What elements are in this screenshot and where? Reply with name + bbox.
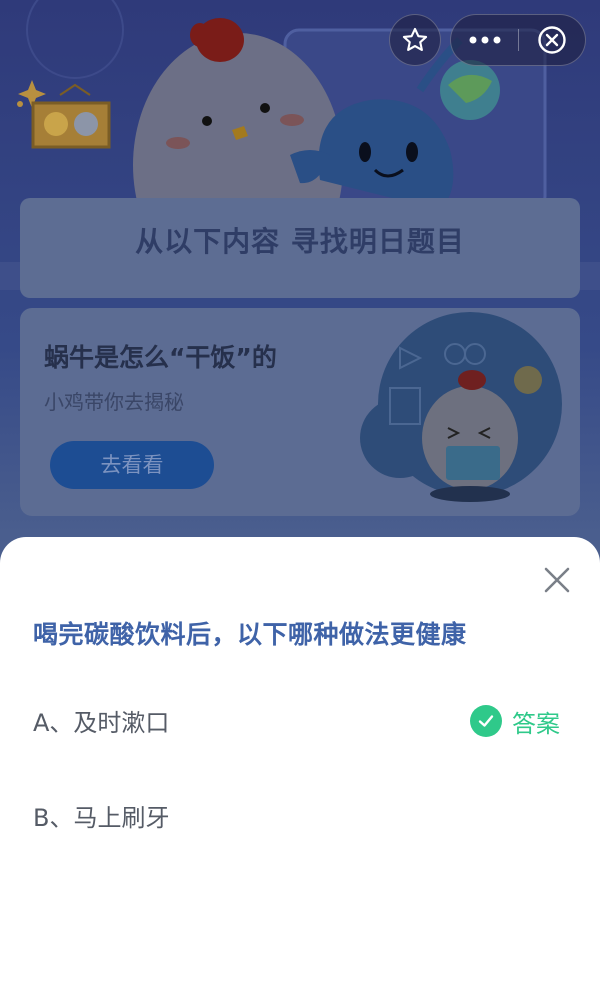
chicken-reading-illustration: [360, 312, 562, 502]
more-dots-icon: [469, 36, 501, 44]
promo-card[interactable]: 蜗牛是怎么“干饭”的 小鸡带你去揭秘 去看看: [20, 308, 580, 516]
exit-button[interactable]: [519, 15, 585, 65]
answer-bottom-sheet: 喝完碳酸饮料后，以下哪种做法更健康 A、及时漱口 答案 B、马上刷牙: [0, 537, 600, 989]
check-icon: [470, 705, 502, 737]
option-b-label: B、马上刷牙: [33, 804, 170, 832]
option-a-label: A、及时漱口: [33, 709, 170, 737]
option-b[interactable]: B、马上刷牙: [0, 786, 600, 846]
close-circle-icon: [538, 26, 566, 54]
go-see-button[interactable]: 去看看: [50, 441, 214, 489]
option-a[interactable]: A、及时漱口 答案: [0, 691, 600, 751]
question-text: 喝完碳酸饮料后，以下哪种做法更健康: [33, 620, 467, 649]
star-icon: [402, 27, 428, 51]
promo-title: 蜗牛是怎么“干饭”的: [44, 343, 277, 372]
title-card: 从以下内容 寻找明日题目: [20, 198, 580, 298]
sheet-close-button[interactable]: [538, 561, 576, 599]
answer-badge: 答案: [470, 703, 560, 739]
promo-subtitle: 小鸡带你去揭秘: [44, 390, 184, 414]
favorite-button[interactable]: [389, 14, 441, 66]
more-button[interactable]: [451, 15, 519, 65]
close-icon: [544, 567, 570, 593]
page-title: 从以下内容 寻找明日题目: [135, 225, 465, 258]
mini-program-capsule: [450, 14, 586, 66]
answer-label: 答案: [512, 709, 560, 738]
